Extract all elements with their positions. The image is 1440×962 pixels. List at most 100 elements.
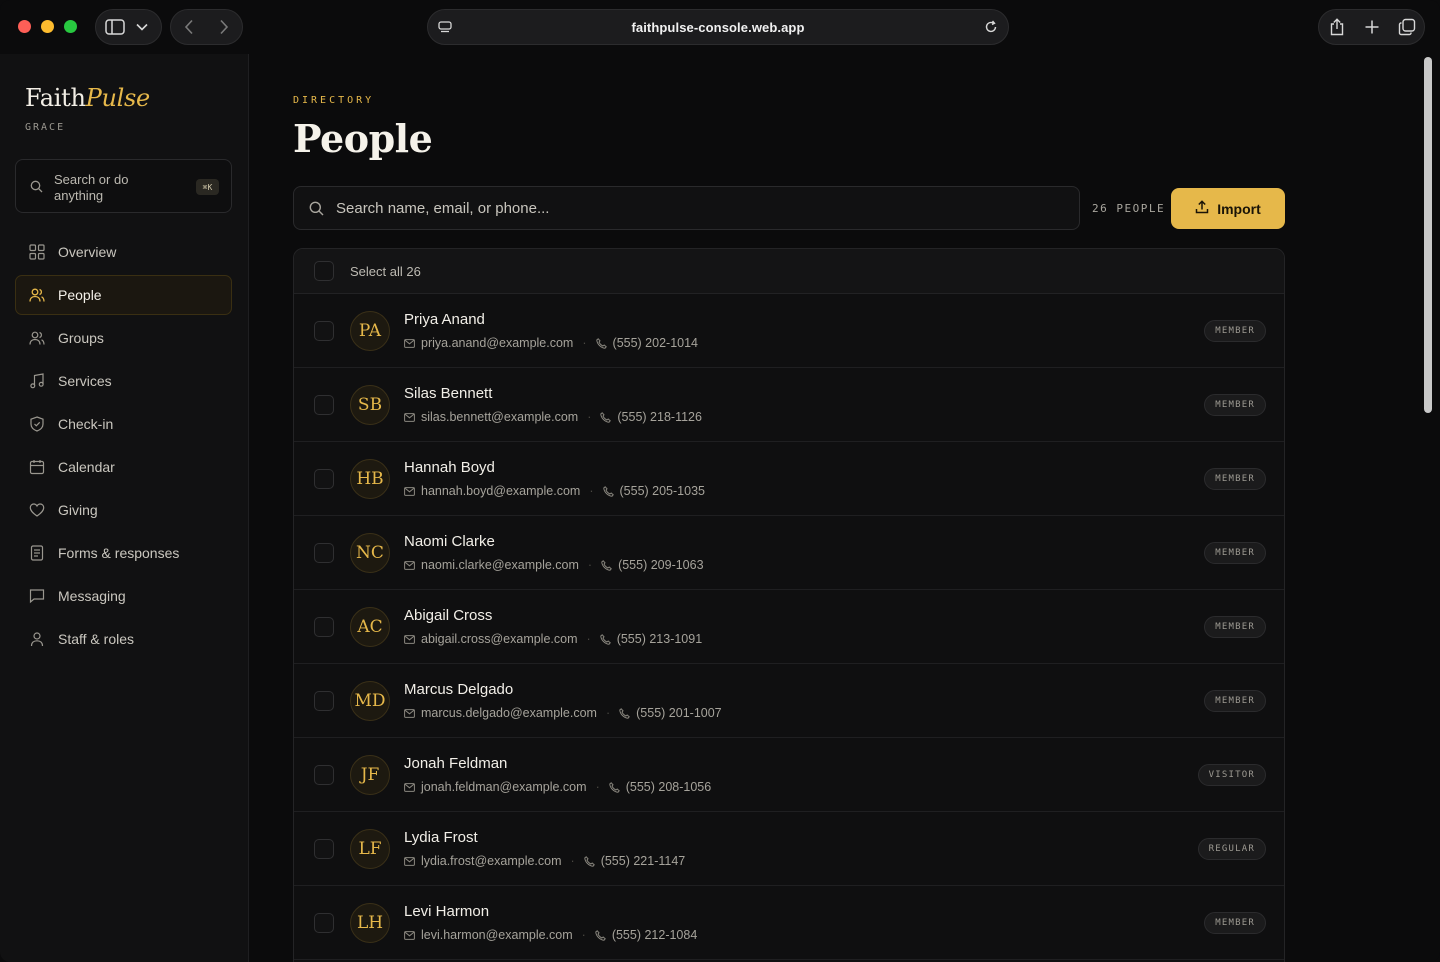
sidebar-item-check-in[interactable]: Check-in (15, 404, 232, 444)
avatar: PA (350, 311, 390, 351)
people-search[interactable] (293, 186, 1080, 230)
minimize-window-button[interactable] (41, 20, 54, 33)
brand-logo[interactable]: FaithPulse (25, 84, 150, 112)
mail-icon (404, 560, 415, 570)
scrollbar-thumb[interactable] (1424, 57, 1432, 413)
sidebar-item-calendar[interactable]: Calendar (15, 447, 232, 487)
mail-icon (404, 856, 415, 866)
url-text: faithpulse-console.web.app (631, 19, 805, 35)
table-row[interactable]: MD Marcus Delgado marcus.delgado@example.c… (294, 664, 1284, 738)
people-icon (28, 286, 46, 304)
row-checkbox[interactable] (314, 543, 334, 563)
person-phone[interactable]: (555) 201-1007 (636, 706, 721, 720)
table-row[interactable]: JF Jonah Feldman jonah.feldman@example.com… (294, 738, 1284, 812)
person-name[interactable]: Abigail Cross (404, 607, 492, 624)
person-phone[interactable]: (555) 213-1091 (617, 632, 702, 646)
row-checkbox[interactable] (314, 321, 334, 341)
row-checkbox[interactable] (314, 395, 334, 415)
row-checkbox[interactable] (314, 913, 334, 933)
heart-icon (28, 501, 46, 519)
phone-icon (583, 855, 595, 867)
person-email[interactable]: silas.bennett@example.com (421, 410, 578, 424)
person-name[interactable]: Levi Harmon (404, 903, 489, 920)
separator-dot: · (589, 484, 594, 498)
person-email[interactable]: marcus.delgado@example.com (421, 706, 597, 720)
person-phone[interactable]: (555) 208-1056 (626, 780, 711, 794)
table-row[interactable]: NC Naomi Clarke naomi.clarke@example.com · (… (294, 516, 1284, 590)
people-search-input[interactable] (336, 187, 1036, 229)
row-checkbox[interactable] (314, 839, 334, 859)
role-badge: MEMBER (1204, 912, 1266, 934)
sidebar-item-people[interactable]: People (15, 275, 232, 315)
sidebar-item-staff-roles[interactable]: Staff & roles (15, 619, 232, 659)
phone-icon (595, 337, 607, 349)
back-arrow-icon[interactable] (178, 16, 200, 38)
person-name[interactable]: Naomi Clarke (404, 533, 495, 550)
close-window-button[interactable] (18, 20, 31, 33)
person-email[interactable]: jonah.feldman@example.com (421, 780, 587, 794)
person-name[interactable]: Hannah Boyd (404, 459, 495, 476)
music-note-icon (28, 372, 46, 390)
table-row[interactable]: LH Levi Harmon levi.harmon@example.com · (55… (294, 886, 1284, 960)
table-row[interactable]: AC Abigail Cross abigail.cross@example.com… (294, 590, 1284, 664)
sidebar-item-giving[interactable]: Giving (15, 490, 232, 530)
forward-arrow-icon[interactable] (213, 16, 235, 38)
role-badge: MEMBER (1204, 690, 1266, 712)
new-tab-plus-icon[interactable] (1361, 16, 1383, 38)
table-row[interactable]: HB Hannah Boyd hannah.boyd@example.com · (55… (294, 442, 1284, 516)
sidebar-item-groups[interactable]: Groups (15, 318, 232, 358)
message-icon (28, 587, 46, 605)
person-email[interactable]: naomi.clarke@example.com (421, 558, 579, 572)
sidebar-item-forms[interactable]: Forms & responses (15, 533, 232, 573)
page-settings-icon[interactable] (438, 20, 452, 39)
person-phone[interactable]: (555) 218-1126 (617, 410, 702, 424)
document-icon (28, 544, 46, 562)
row-checkbox[interactable] (314, 617, 334, 637)
command-search[interactable]: Search or do anything ⌘K (15, 159, 232, 213)
person-email[interactable]: priya.anand@example.com (421, 336, 573, 350)
scrollbar[interactable] (1421, 54, 1435, 959)
person-name[interactable]: Silas Bennett (404, 385, 492, 402)
main-content: DIRECTORY People 26 PEOPLE Import Select… (250, 54, 1420, 962)
sidebar-item-services[interactable]: Services (15, 361, 232, 401)
address-bar[interactable]: faithpulse-console.web.app (427, 9, 1009, 45)
sidebar-item-overview[interactable]: Overview (15, 232, 232, 272)
person-phone[interactable]: (555) 209-1063 (618, 558, 703, 572)
person-email[interactable]: abigail.cross@example.com (421, 632, 578, 646)
import-button[interactable]: Import (1171, 188, 1285, 229)
tab-overview-icon[interactable] (1396, 16, 1418, 38)
groups-icon (28, 329, 46, 347)
row-checkbox[interactable] (314, 765, 334, 785)
reload-icon[interactable] (984, 20, 998, 39)
brand-subtitle: GRACE (25, 122, 66, 133)
sidebar-toggle-icon[interactable] (104, 16, 126, 38)
zoom-window-button[interactable] (64, 20, 77, 33)
role-badge: MEMBER (1204, 542, 1266, 564)
person-phone[interactable]: (555) 202-1014 (613, 336, 698, 350)
avatar-initials: LF (358, 839, 382, 859)
person-email[interactable]: lydia.frost@example.com (421, 854, 562, 868)
person-email[interactable]: levi.harmon@example.com (421, 928, 573, 942)
row-checkbox[interactable] (314, 469, 334, 489)
person-phone[interactable]: (555) 205-1035 (620, 484, 705, 498)
role-badge: MEMBER (1204, 616, 1266, 638)
person-email[interactable]: hannah.boyd@example.com (421, 484, 580, 498)
sidebar: FaithPulse GRACE Search or do anything ⌘… (0, 54, 249, 962)
sidebar-item-label: Overview (58, 244, 117, 260)
separator-dot: · (586, 632, 591, 646)
chevron-down-icon[interactable] (131, 16, 153, 38)
phone-icon (600, 411, 612, 423)
person-name[interactable]: Jonah Feldman (404, 755, 507, 772)
table-row[interactable]: LF Lydia Frost lydia.frost@example.com · (55… (294, 812, 1284, 886)
person-name[interactable]: Marcus Delgado (404, 681, 513, 698)
person-name[interactable]: Priya Anand (404, 311, 485, 328)
select-all-checkbox[interactable] (314, 261, 334, 281)
table-row[interactable]: PA Priya Anand priya.anand@example.com · (55… (294, 294, 1284, 368)
person-phone[interactable]: (555) 221-1147 (601, 854, 686, 868)
row-checkbox[interactable] (314, 691, 334, 711)
person-phone[interactable]: (555) 212-1084 (612, 928, 697, 942)
person-name[interactable]: Lydia Frost (404, 829, 478, 846)
sidebar-item-messaging[interactable]: Messaging (15, 576, 232, 616)
table-row[interactable]: SB Silas Bennett silas.bennett@example.com… (294, 368, 1284, 442)
share-icon[interactable] (1326, 16, 1348, 38)
